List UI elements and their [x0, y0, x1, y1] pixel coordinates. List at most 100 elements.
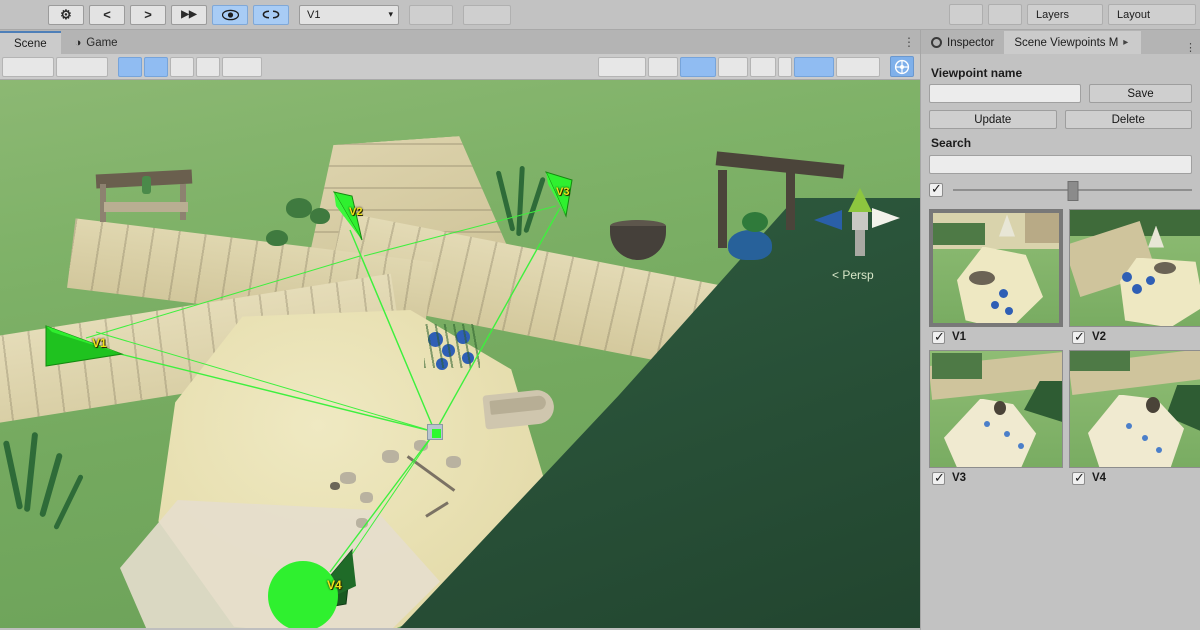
- thumb-trees: [933, 222, 985, 245]
- viewpoint-thumbnail-v4[interactable]: [1069, 349, 1200, 468]
- layers-dropdown-label: Layers: [1036, 8, 1070, 21]
- thumb-flower-1: [1122, 271, 1132, 282]
- scene-dock-menu-icon[interactable]: ⋮: [903, 35, 915, 49]
- next-button[interactable]: >: [130, 4, 166, 25]
- fx-toggle[interactable]: [170, 56, 194, 77]
- toolbar-blank-slot-1[interactable]: [409, 4, 453, 25]
- link-button[interactable]: [253, 4, 289, 25]
- layout-dropdown[interactable]: Layout: [1108, 4, 1196, 25]
- tab-overflow-arrow-icon[interactable]: ▸: [1123, 37, 1131, 48]
- thumb-flower-3: [1146, 275, 1155, 285]
- scene-dock-tabrow: Scene ◑ Game ⋮: [0, 30, 920, 54]
- wooden-post-1: [718, 170, 727, 248]
- scene-pivot-core: [432, 429, 441, 438]
- gizmo-toggle-button[interactable]: [794, 56, 834, 77]
- tab-inspector[interactable]: Inspector: [921, 31, 1004, 54]
- viewpoint-thumbnail-v2[interactable]: [1069, 208, 1200, 327]
- thumb-flower-2: [991, 300, 999, 309]
- flower-stems: [424, 324, 480, 368]
- tab-scene[interactable]: Scene: [0, 31, 61, 54]
- viewpoint-thumbnail-v3[interactable]: [929, 349, 1063, 468]
- viewpoint-checkbox-v2[interactable]: [1072, 329, 1085, 345]
- wooden-post-2: [786, 172, 795, 230]
- right-panel-menu-icon[interactable]: ⋮: [1185, 41, 1200, 54]
- viewpoint-checkbox-v4[interactable]: [1072, 470, 1085, 486]
- tool-settings-button[interactable]: [718, 56, 748, 77]
- scene-viewport[interactable]: V1 V2 V3 V4 < Persp: [0, 80, 920, 628]
- search-input[interactable]: [929, 154, 1192, 174]
- tab-game[interactable]: ◑ Game: [61, 31, 132, 54]
- cloud-button[interactable]: [988, 4, 1022, 25]
- shading-mode-button[interactable]: [2, 56, 54, 77]
- viewpoint-select-value: V1: [307, 8, 321, 21]
- tab-scene-label: Scene: [14, 37, 47, 50]
- draw-mode-button[interactable]: [56, 56, 108, 77]
- show-gizmos-checkbox[interactable]: [929, 181, 943, 197]
- thumb-hole: [1146, 396, 1160, 413]
- scene-orientation-gizmo-icon[interactable]: [890, 56, 914, 77]
- thumbnail-size-slider[interactable]: [953, 180, 1192, 201]
- fast-forward-button[interactable]: ▶▶: [171, 4, 207, 25]
- thumb-rock: [969, 270, 995, 285]
- viewpoint-label-v1: V1: [952, 331, 967, 343]
- selected-viewpoint-sphere[interactable]: [268, 561, 338, 628]
- viewpoint-name-input[interactable]: [929, 84, 1081, 103]
- update-button[interactable]: Update: [929, 110, 1057, 129]
- tab-scene-viewpoints[interactable]: Scene Viewpoints M ▸: [1004, 31, 1142, 54]
- scene-visibility-toggle[interactable]: [196, 56, 220, 77]
- viewpoint-select[interactable]: V1 ▾: [299, 4, 399, 25]
- link-chain-icon: [262, 10, 280, 19]
- lighting-toggle[interactable]: [118, 56, 142, 77]
- persp-toggle-button[interactable]: [836, 56, 880, 77]
- rock-6: [356, 518, 368, 528]
- layers-dropdown[interactable]: Layers: [1027, 4, 1103, 25]
- camera-settings-button[interactable]: [222, 56, 262, 77]
- thumb-rock: [1154, 261, 1176, 274]
- viewpoint-checkbox-v3[interactable]: [932, 470, 945, 486]
- thumb-bushes: [1070, 350, 1130, 371]
- right-panel-tabrow: Inspector Scene Viewpoints M ▸ ⋮: [921, 30, 1200, 54]
- viewpoint-thumbnail-grid: V1: [929, 208, 1200, 491]
- settings-button[interactable]: ⚙: [48, 4, 84, 25]
- plant-cluster: [742, 212, 768, 232]
- viewpoint-caption-v4: V4: [1069, 470, 1200, 486]
- overlay-menu-button[interactable]: [778, 56, 792, 77]
- white-cone-prop: [872, 208, 900, 228]
- thumb-dot-2: [1142, 434, 1148, 441]
- blue-tarp: [728, 230, 772, 260]
- viewpoint-item-v1[interactable]: V1: [929, 208, 1063, 345]
- scene-viewpoints-panel: Inspector Scene Viewpoints M ▸ ⋮ Viewpoi…: [920, 30, 1200, 630]
- scene-dock: Scene ◑ Game ⋮ V1 V2 V3 V4 < Persp: [0, 30, 920, 630]
- delete-button[interactable]: Delete: [1064, 110, 1192, 129]
- viewpoint-item-v4[interactable]: V4: [1069, 349, 1200, 486]
- viewpoint-checkbox-v1[interactable]: [932, 329, 945, 345]
- gizmos-dropdown[interactable]: [598, 56, 646, 77]
- rock-4: [414, 440, 428, 451]
- grid-snap-button[interactable]: [648, 56, 678, 77]
- slider-thumb[interactable]: [1067, 180, 1078, 201]
- statue-base: [855, 230, 865, 256]
- viewpoint-item-v3[interactable]: V3: [929, 349, 1063, 486]
- viewpoint-label-v2: V2: [1092, 331, 1107, 343]
- visibility-eye-button[interactable]: [212, 4, 248, 25]
- viewpoints-panel-body: Viewpoint name Save Update Delete Search: [921, 54, 1200, 491]
- toolbar-blank-slot-2[interactable]: [463, 4, 511, 25]
- thumb-dot-3: [1018, 442, 1024, 449]
- tab-game-label: Game: [86, 36, 118, 49]
- viewpoint-thumbnail-v1[interactable]: [929, 208, 1063, 327]
- account-button[interactable]: [949, 4, 983, 25]
- viewpoint-item-v2[interactable]: V2: [1069, 208, 1200, 345]
- thumb-dot-3: [1156, 446, 1162, 453]
- prev-button[interactable]: <: [89, 4, 125, 25]
- thumb-dot-1: [1126, 422, 1132, 429]
- dark-rock-1: [330, 482, 340, 490]
- rock-5: [446, 456, 461, 468]
- hut-deck: [104, 202, 188, 212]
- pivot-rotation-button[interactable]: [750, 56, 776, 77]
- viewpoint-gizmo-label-v3: V3: [556, 186, 570, 198]
- save-button[interactable]: Save: [1089, 84, 1192, 103]
- perspective-label[interactable]: < Persp: [832, 268, 874, 282]
- rock-2: [360, 492, 373, 503]
- audio-toggle[interactable]: [144, 56, 168, 77]
- view-options-button[interactable]: [680, 56, 716, 77]
